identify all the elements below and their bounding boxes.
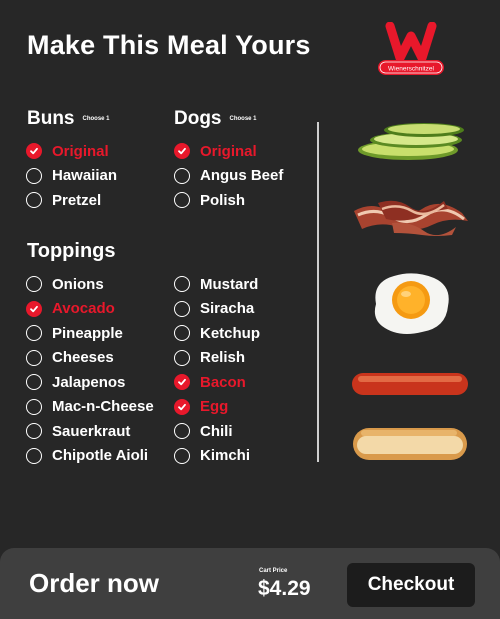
bun-option-hawaiian[interactable]: Hawaiian <box>26 165 117 187</box>
topping-option-label: Kimchi <box>200 447 251 464</box>
wienerschnitzel-logo: Wienerschnitzel <box>378 22 444 75</box>
bun-option-original[interactable]: Original <box>26 140 109 162</box>
topping-option-label: Mac-n-Cheese <box>52 398 154 415</box>
bun-option-label: Original <box>52 142 109 160</box>
radio-icon[interactable] <box>26 167 42 184</box>
topping-option-label: Sauerkraut <box>52 422 131 440</box>
radio-icon[interactable] <box>174 447 190 464</box>
topping-option-bacon[interactable]: Bacon <box>174 371 246 393</box>
topping-option-label: Chipotle Aioli <box>52 447 149 464</box>
buns-heading: Buns Choose 1 <box>27 108 110 130</box>
radio-icon[interactable] <box>26 374 42 390</box>
vertical-divider <box>317 122 319 462</box>
dogs-heading-text: Dogs <box>174 108 222 129</box>
buns-heading-text: Buns <box>27 108 75 129</box>
radio-icon[interactable] <box>174 167 190 184</box>
topping-option-chipotle-aioli[interactable]: Chipotle Aioli <box>26 445 148 467</box>
topping-option-label: Avocado <box>52 300 115 317</box>
topping-option-egg[interactable]: Egg <box>174 396 228 418</box>
dogs-choose-hint: Choose 1 <box>229 115 257 122</box>
dog-option-polish[interactable]: Polish <box>174 189 245 211</box>
hot-dog-sausage-icon <box>352 373 468 395</box>
bun-option-label: Hawaiian <box>52 167 118 184</box>
radio-icon[interactable] <box>26 325 42 341</box>
topping-option-sauerkraut[interactable]: Sauerkraut <box>26 420 130 442</box>
topping-option-label: Onions <box>52 275 104 293</box>
topping-option-label: Ketchup <box>200 324 260 342</box>
fried-egg-icon <box>374 273 449 334</box>
buns-choose-hint: Choose 1 <box>82 115 110 122</box>
dog-option-label: Angus Beef <box>200 167 284 184</box>
radio-icon[interactable] <box>26 276 42 292</box>
topping-option-label: Chili <box>200 422 233 440</box>
radio-icon[interactable] <box>174 300 190 317</box>
cart-price-value: $4.29 <box>258 577 311 600</box>
topping-option-onions[interactable]: Onions <box>26 273 104 295</box>
topping-option-label: Egg <box>200 398 229 415</box>
topping-option-jalapenos[interactable]: Jalapenos <box>26 371 125 393</box>
checked-radio-icon[interactable] <box>26 143 42 159</box>
radio-icon[interactable] <box>174 192 190 208</box>
radio-icon[interactable] <box>174 349 190 366</box>
radio-icon[interactable] <box>26 349 42 366</box>
checked-radio-icon[interactable] <box>174 374 190 390</box>
radio-icon[interactable] <box>26 423 42 439</box>
topping-option-chili[interactable]: Chili <box>174 420 233 442</box>
checked-radio-icon[interactable] <box>26 300 42 317</box>
radio-icon[interactable] <box>26 447 42 464</box>
topping-option-avocado[interactable]: Avocado <box>26 298 115 320</box>
topping-option-label: Relish <box>200 349 246 366</box>
topping-option-label: Bacon <box>200 373 246 391</box>
radio-icon[interactable] <box>26 398 42 415</box>
radio-icon[interactable] <box>26 192 42 208</box>
topping-option-mustard[interactable]: Mustard <box>174 273 258 295</box>
avocado-slices-icon <box>358 123 464 160</box>
topping-option-ketchup[interactable]: Ketchup <box>174 322 260 344</box>
checked-radio-icon[interactable] <box>174 143 190 159</box>
dog-option-angus-beef[interactable]: Angus Beef <box>174 165 283 187</box>
topping-option-label: Cheeses <box>52 349 114 366</box>
topping-option-label: Mustard <box>200 275 259 293</box>
topping-option-pineapple[interactable]: Pineapple <box>26 322 123 344</box>
dog-option-label: Polish <box>200 191 246 209</box>
page-title: Make This Meal Yours <box>27 30 311 60</box>
topping-option-label: Pineapple <box>52 324 123 342</box>
topping-option-label: Siracha <box>200 300 255 317</box>
topping-option-label: Jalapenos <box>52 373 126 391</box>
checked-radio-icon[interactable] <box>174 398 190 415</box>
bun-option-pretzel[interactable]: Pretzel <box>26 189 101 211</box>
dog-option-original[interactable]: Original <box>174 140 257 162</box>
topping-option-kimchi[interactable]: Kimchi <box>174 445 250 467</box>
radio-icon[interactable] <box>174 325 190 341</box>
hot-dog-bun-icon <box>353 428 467 460</box>
dogs-heading: Dogs Choose 1 <box>174 108 257 130</box>
topping-option-mac-n-cheese[interactable]: Mac-n-Cheese <box>26 396 154 418</box>
cart-price-label: Cart Price <box>259 568 288 574</box>
bacon-strips-icon <box>354 200 468 236</box>
svg-text:Wienerschnitzel: Wienerschnitzel <box>388 66 434 73</box>
toppings-heading: Toppings <box>27 240 116 262</box>
order-now-label: Order now <box>29 568 160 598</box>
checkout-button[interactable]: Checkout <box>347 563 475 607</box>
topping-option-siracha[interactable]: Siracha <box>174 298 254 320</box>
dog-option-label: Original <box>200 142 257 160</box>
bun-option-label: Pretzel <box>52 191 102 209</box>
topping-option-relish[interactable]: Relish <box>174 347 245 369</box>
radio-icon[interactable] <box>174 276 190 292</box>
topping-option-cheeses[interactable]: Cheeses <box>26 347 114 369</box>
radio-icon[interactable] <box>174 423 190 439</box>
